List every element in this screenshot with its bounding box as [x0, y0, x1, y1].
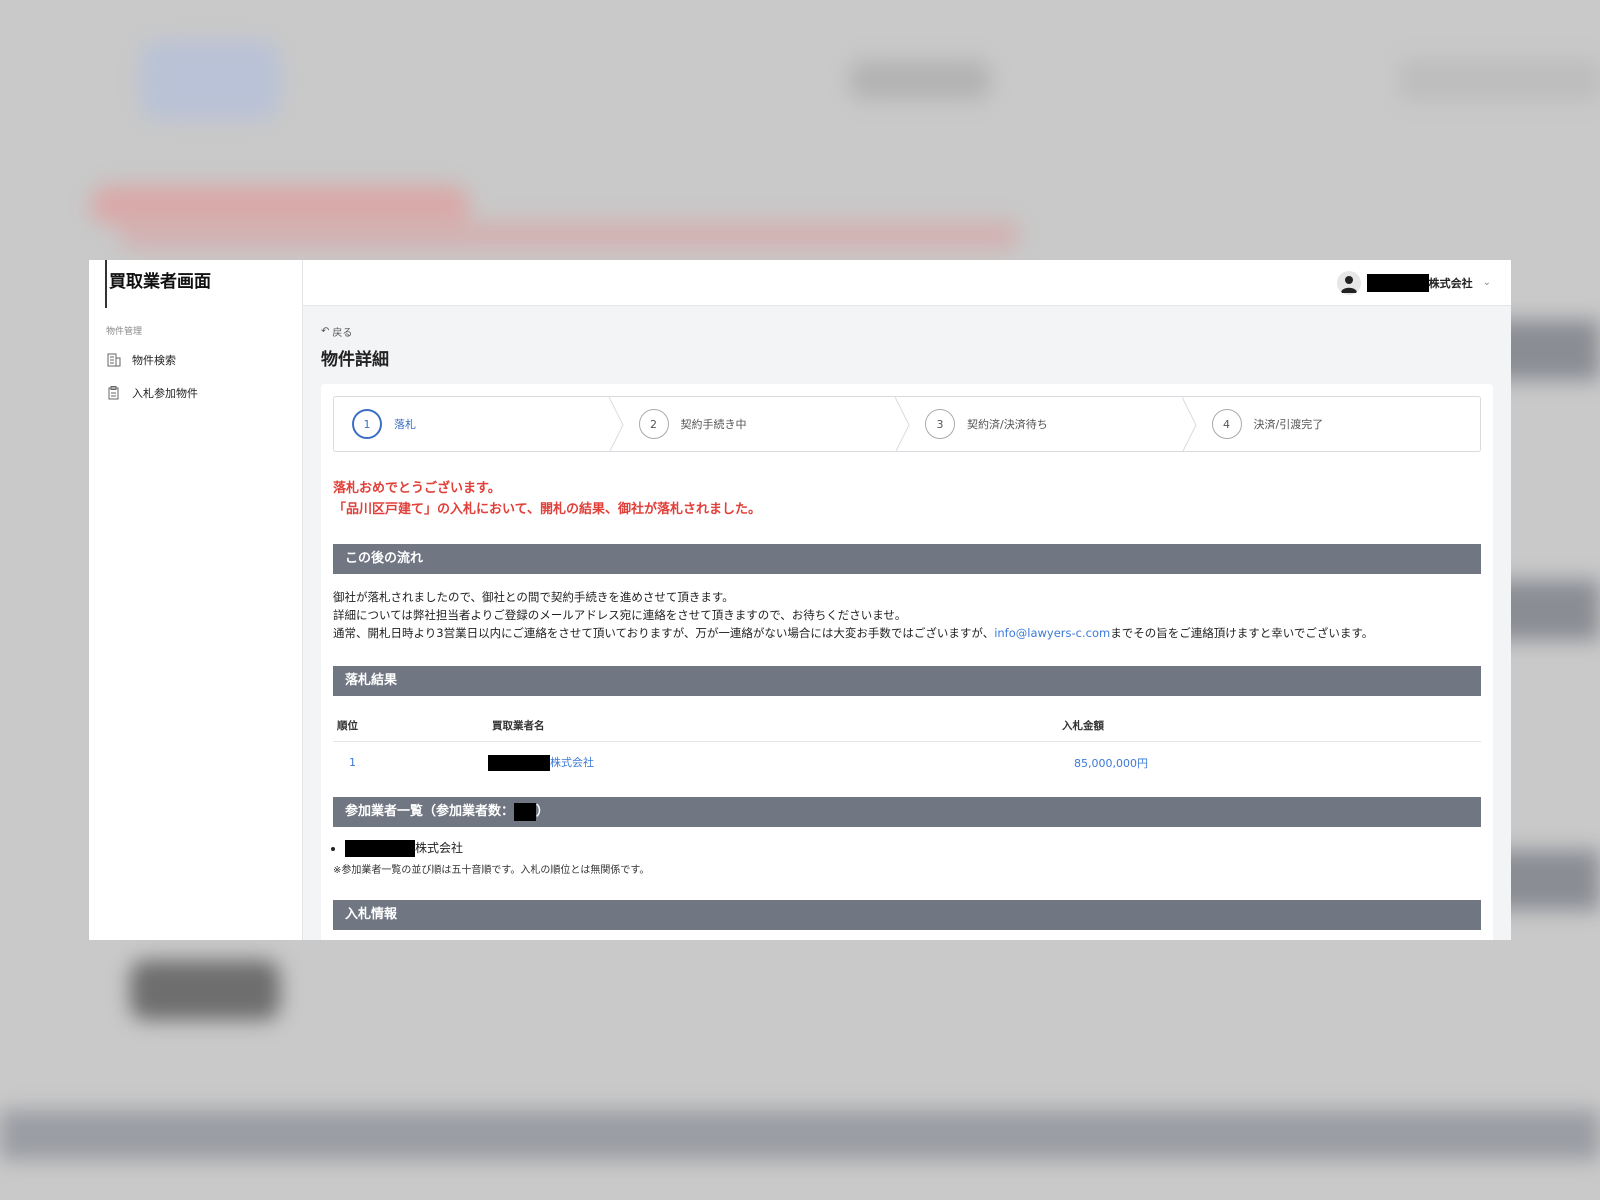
back-label: 戻る: [332, 328, 353, 339]
section-header-bid-info: 入札情報: [333, 900, 1481, 930]
user-company-suffix: 株式会社: [1428, 276, 1473, 290]
step-3: 3 契約済/決済待ち: [907, 397, 1197, 451]
redacted-company-name: [345, 840, 415, 857]
congrats-message: 落札おめでとうございます。 「品川区戸建て」の入札において、開札の結果、御社が落…: [333, 478, 1481, 520]
col-amount: 入札金額: [1058, 710, 1481, 742]
section-header-participants: 参加業者一覧（参加業者数： ）: [333, 797, 1481, 827]
clipboard-icon: [106, 385, 122, 401]
detail-card: 1 落札 2 契約手続き中 3 契約済/決済待ち 4 決済/引渡完了 落札おめで…: [321, 384, 1493, 940]
flow-text: 御社が落札されましたので、御社との間で契約手続きを進めさせて頂きます。 詳細につ…: [333, 588, 1481, 642]
flow-line-3-post: までその旨をご連絡頂けますと幸いでございます。: [1110, 626, 1374, 640]
flow-line-3: 通常、開札日時より3営業日以内にご連絡をさせて頂いておりますが、万が一連絡がない…: [333, 624, 1481, 642]
topbar: 株式会社 ⌄: [303, 260, 1511, 306]
step-separator-icon: [608, 397, 624, 451]
congrats-line-1: 落札おめでとうございます。: [333, 481, 501, 496]
step-separator-icon: [895, 397, 910, 451]
section-header-results: 落札結果: [333, 666, 1481, 696]
list-item: 株式会社: [345, 839, 1481, 857]
sidebar: 買取業者画面 物件管理 物件検索 入札参加物件: [89, 260, 303, 940]
cell-company[interactable]: 株式会社: [488, 742, 1058, 784]
participant-suffix: 株式会社: [415, 841, 464, 855]
section-header-flow: この後の流れ: [333, 544, 1481, 574]
step-2: 2 契約手続き中: [621, 397, 910, 451]
participants-note: ※参加業者一覧の並び順は五十音順です。入札の順位とは無関係です。: [333, 865, 650, 876]
cell-rank: 1: [349, 756, 356, 769]
flow-line-1: 御社が落札されましたので、御社との間で契約手続きを進めさせて頂きます。: [333, 590, 734, 604]
chevron-down-icon: ⌄: [1482, 277, 1491, 288]
cell-amount: 85,000,000円: [1074, 756, 1148, 770]
step-4: 4 決済/引渡完了: [1194, 397, 1481, 451]
avatar: [1336, 270, 1361, 295]
user-menu[interactable]: 株式会社 ⌄: [1336, 270, 1491, 295]
content: ↶ 戻る 物件詳細 1 落札 2 契約手続き中 3 契約済/決済待ち 4 決済/…: [303, 306, 1511, 940]
participants-list: 株式会社: [333, 839, 1481, 857]
step-number: 2: [638, 409, 669, 439]
step-label: 決済/引渡完了: [1253, 418, 1324, 431]
step-label: 契約済/決済待ち: [967, 418, 1048, 431]
page-title: 物件詳細: [321, 350, 389, 370]
app-window: 買取業者画面 物件管理 物件検索 入札参加物件 株式会社 ⌄ ↶ 戻る 物件詳細…: [89, 260, 1511, 940]
redacted-count: [514, 802, 537, 821]
step-label: 落札: [394, 418, 416, 431]
contact-email-link[interactable]: info@lawyers-c.com: [994, 626, 1110, 640]
results-table: 順位 買取業者名 入札金額 1 株式会社 85,000,000円: [333, 710, 1481, 783]
step-separator-icon: [1181, 397, 1197, 451]
congrats-line-2: 「品川区戸建て」の入札において、開札の結果、御社が落札されました。: [333, 502, 761, 517]
flow-line-3-pre: 通常、開札日時より3営業日以内にご連絡をさせて頂いておりますが、万が一連絡がない…: [333, 626, 995, 640]
participants-heading-post: ）: [536, 804, 550, 819]
main-area: 株式会社 ⌄ ↶ 戻る 物件詳細 1 落札 2 契約手続き中 3 契約済/決済待…: [303, 260, 1511, 940]
step-label: 契約手続き中: [680, 418, 747, 431]
brand-title: 買取業者画面: [105, 260, 302, 308]
step-1: 1 落札: [334, 397, 624, 451]
table-header-row: 順位 買取業者名 入札金額: [333, 710, 1481, 742]
sidebar-item-property-search[interactable]: 物件検索: [89, 343, 302, 376]
step-number: 3: [925, 409, 955, 439]
redacted-company-name: [1366, 273, 1429, 292]
step-number: 4: [1211, 409, 1242, 439]
progress-steps: 1 落札 2 契約手続き中 3 契約済/決済待ち 4 決済/引渡完了: [333, 396, 1481, 452]
sidebar-item-label: 物件検索: [132, 353, 176, 367]
back-arrow-icon: ↶: [321, 326, 330, 337]
flow-line-2: 詳細については弊社担当者よりご登録のメールアドレス宛に連絡をさせて頂きますので、…: [333, 608, 907, 622]
redacted-company-name: [488, 755, 550, 771]
table-row: 1 株式会社 85,000,000円: [333, 742, 1481, 784]
building-icon: [106, 352, 122, 368]
col-rank: 順位: [333, 710, 488, 742]
sidebar-section-label: 物件管理: [106, 327, 143, 337]
step-number: 1: [352, 409, 382, 439]
sidebar-item-bid-properties[interactable]: 入札参加物件: [89, 376, 302, 409]
company-suffix: 株式会社: [550, 756, 594, 769]
col-company: 買取業者名: [488, 710, 1058, 742]
sidebar-item-label: 入札参加物件: [132, 386, 198, 400]
participants-heading-pre: 参加業者一覧（参加業者数：: [345, 804, 515, 819]
back-link[interactable]: ↶ 戻る: [321, 324, 352, 339]
